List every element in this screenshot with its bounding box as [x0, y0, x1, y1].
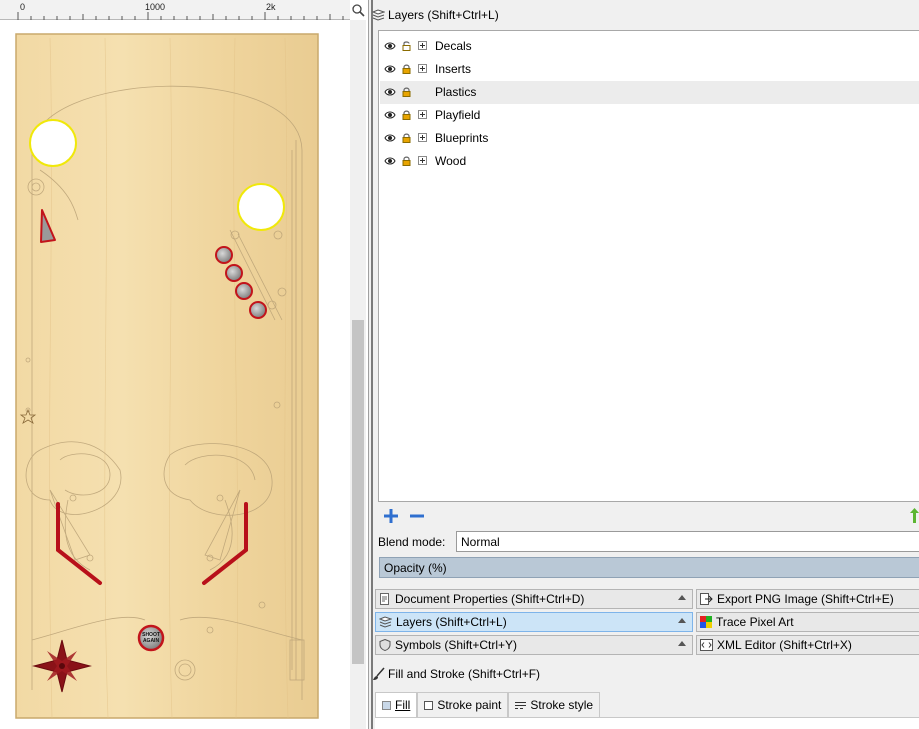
ruler-label-1000: 1000 [145, 2, 166, 12]
eye-icon[interactable] [384, 88, 396, 96]
document-properties-icon [380, 593, 389, 605]
lock-icon[interactable] [402, 133, 411, 143]
xml-editor-icon [700, 639, 713, 651]
fill-stroke-body [375, 717, 919, 729]
tab-label: Document Properties (Shift+Ctrl+D) [395, 592, 585, 606]
tab-fill[interactable]: Fill [375, 692, 418, 718]
tab-label: XML Editor (Shift+Ctrl+X) [717, 638, 852, 652]
stroke-style-icon [515, 701, 527, 709]
tab-symbols[interactable]: Symbols (Shift+Ctrl+Y) [375, 635, 693, 655]
eye-icon[interactable] [384, 65, 396, 73]
target-circle-left [29, 119, 77, 167]
zoom-icon[interactable] [351, 3, 365, 17]
ruler-label-0: 0 [20, 2, 26, 12]
tab-document-properties[interactable]: Document Properties (Shift+Ctrl+D) [375, 589, 693, 609]
expand-icon[interactable] [418, 156, 427, 165]
layers-list[interactable]: Decals Inserts Plastics Playfield Bluepr… [378, 30, 919, 502]
lock-icon[interactable] [402, 156, 411, 166]
horizontal-ruler[interactable]: 0 1000 2k [0, 0, 350, 20]
collapse-arrow-icon[interactable] [678, 595, 686, 600]
layer-row-decals[interactable]: Decals [380, 35, 919, 58]
layer-name[interactable]: Wood [435, 154, 466, 168]
layers-icon [372, 9, 385, 21]
fill-stroke-title: Fill and Stroke (Shift+Ctrl+F) [372, 665, 540, 683]
shoot-again-line2: AGAIN [143, 638, 160, 644]
layer-name[interactable]: Inserts [435, 62, 471, 76]
layer-row-plastics[interactable]: Plastics [380, 81, 919, 104]
tab-fill-label: Fill [395, 698, 411, 712]
layer-row-playfield[interactable]: Playfield [380, 104, 919, 127]
fill-stroke-title-text: Fill and Stroke (Shift+Ctrl+F) [388, 667, 541, 681]
collapse-arrow-icon[interactable] [678, 641, 686, 646]
expand-icon[interactable] [418, 41, 427, 50]
tab-label: Export PNG Image (Shift+Ctrl+E) [717, 592, 894, 606]
eye-icon[interactable] [384, 157, 396, 165]
vertical-scrollbar[interactable] [350, 20, 366, 729]
layer-name[interactable]: Decals [435, 39, 472, 53]
tab-stroke-paint-label: Stroke paint [437, 698, 502, 712]
tab-label: Trace Pixel Art [716, 615, 794, 629]
layers-panel-title: Layers (Shift+Ctrl+L) [372, 5, 499, 25]
layer-name[interactable]: Blueprints [435, 131, 488, 145]
blend-mode-select[interactable]: Normal [456, 531, 919, 552]
fill-stroke-tabs: Fill Stroke paint Stroke style [375, 692, 601, 718]
tab-stroke-paint[interactable]: Stroke paint [417, 692, 509, 718]
tab-stroke-style-label: Stroke style [530, 698, 594, 712]
remove-layer-icon[interactable] [409, 508, 425, 524]
symbols-icon [379, 639, 391, 651]
layers-title-text: Layers (Shift+Ctrl+L) [388, 8, 499, 22]
stroke-paint-icon [424, 700, 434, 710]
fill-swatch-icon [382, 700, 391, 710]
layer-name[interactable]: Playfield [435, 108, 480, 122]
tab-stroke-style[interactable]: Stroke style [508, 692, 601, 718]
add-layer-icon[interactable] [383, 508, 399, 524]
trace-pixel-art-icon [700, 616, 712, 628]
lock-icon[interactable] [402, 64, 411, 74]
blend-mode-label: Blend mode: [378, 535, 446, 549]
canvas-area[interactable]: 0 1000 2k SHOOT AGAIN [0, 0, 368, 729]
tab-trace-pixel-art[interactable]: Trace Pixel Art [696, 612, 919, 632]
collapse-arrow-icon[interactable] [678, 618, 686, 623]
layers-icon [379, 616, 392, 628]
target-circle-right [237, 183, 285, 231]
tab-label: Layers (Shift+Ctrl+L) [396, 615, 507, 629]
dock-divider[interactable] [371, 0, 373, 729]
inkscape-window: 0 1000 2k SHOOT AGAIN Layers (Shift+Ctrl… [0, 0, 919, 729]
expand-icon[interactable] [418, 110, 427, 119]
eye-icon[interactable] [384, 42, 396, 50]
paintbrush-icon [373, 667, 385, 680]
lock-icon[interactable] [402, 87, 411, 97]
eye-icon[interactable] [384, 111, 396, 119]
unlock-icon[interactable] [402, 41, 411, 51]
expand-icon[interactable] [418, 64, 427, 73]
tab-layers[interactable]: Layers (Shift+Ctrl+L) [375, 612, 693, 632]
ruler-label-2k: 2k [266, 2, 276, 12]
ruler-ticks [17, 12, 344, 20]
lock-icon[interactable] [402, 110, 411, 120]
raise-layer-icon[interactable] [910, 508, 919, 524]
layer-row-wood[interactable]: Wood [380, 150, 919, 173]
layer-row-inserts[interactable]: Inserts [380, 58, 919, 81]
scrollbar-thumb[interactable] [352, 320, 364, 664]
layer-name[interactable]: Plastics [435, 85, 476, 99]
export-icon [700, 593, 713, 605]
layer-row-blueprints[interactable]: Blueprints [380, 127, 919, 150]
tab-xml-editor[interactable]: XML Editor (Shift+Ctrl+X) [696, 635, 919, 655]
tab-export-png[interactable]: Export PNG Image (Shift+Ctrl+E) [696, 589, 919, 609]
tab-label: Symbols (Shift+Ctrl+Y) [395, 638, 518, 652]
expand-icon[interactable] [418, 133, 427, 142]
eye-icon[interactable] [384, 134, 396, 142]
pinball-playfield[interactable]: SHOOT AGAIN [10, 30, 330, 725]
opacity-slider[interactable]: Opacity (%) [379, 557, 919, 578]
